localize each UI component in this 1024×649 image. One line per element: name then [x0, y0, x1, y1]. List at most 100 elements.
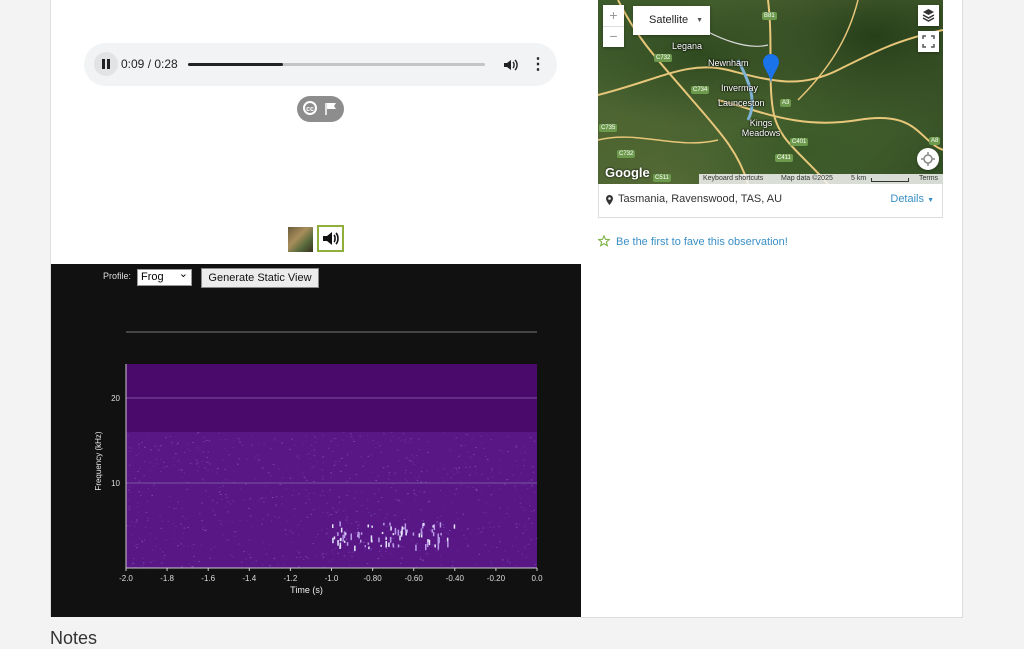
heatmap-cell — [339, 521, 341, 527]
license-badge[interactable]: cc — [297, 96, 344, 122]
volume-icon[interactable] — [502, 56, 520, 74]
heatmap-cell — [321, 529, 323, 531]
map-type-select[interactable]: Satellite ▼ — [633, 6, 710, 35]
heatmap-cell — [179, 470, 181, 472]
heatmap-cell — [227, 465, 229, 467]
heatmap-cell — [147, 517, 149, 519]
heatmap-cell — [371, 525, 373, 528]
heatmap-cell — [322, 434, 324, 436]
road-shield: B81 — [762, 12, 777, 20]
heatmap-cell — [393, 473, 396, 475]
keyboard-shortcuts-link[interactable]: Keyboard shortcuts — [703, 174, 763, 184]
heatmap-cell — [386, 548, 388, 550]
heatmap-cell — [258, 459, 260, 461]
heatmap-cell — [463, 534, 465, 536]
heatmap-cell — [370, 548, 373, 550]
zoom-out-button[interactable]: − — [603, 26, 624, 47]
heatmap-cell — [345, 465, 347, 466]
heatmap-cell — [372, 440, 374, 442]
heatmap-cell — [193, 555, 195, 557]
heatmap-cell — [306, 516, 309, 518]
heatmap-cell — [289, 449, 291, 451]
heatmap-cell — [255, 560, 257, 562]
heatmap-cell — [380, 544, 382, 547]
x-tick-label: -1.2 — [284, 574, 298, 583]
more-vert-icon[interactable]: ⋮ — [530, 56, 546, 74]
heatmap-cell — [456, 471, 459, 473]
y-tick-label: 10 — [111, 479, 120, 488]
heatmap-cell — [392, 436, 394, 438]
heatmap-cell — [340, 537, 342, 542]
heatmap-cell — [249, 515, 252, 517]
heatmap-cell — [455, 467, 457, 469]
heatmap-cell — [442, 524, 444, 526]
seek-bar[interactable] — [188, 63, 485, 66]
heatmap-cell — [270, 475, 272, 477]
heatmap-cell — [398, 460, 400, 462]
heatmap-cell — [349, 564, 351, 566]
heatmap-cell — [152, 549, 154, 551]
heatmap-cell — [493, 490, 495, 492]
heatmap-cell — [469, 456, 471, 458]
heatmap-cell — [234, 535, 236, 537]
pause-icon[interactable] — [94, 52, 118, 76]
flag-icon[interactable] — [325, 102, 337, 115]
profile-label: Profile: — [103, 271, 132, 281]
heatmap-cell — [346, 455, 349, 456]
photo-thumbnail[interactable] — [288, 227, 313, 252]
heatmap-cell — [498, 472, 501, 474]
heatmap-cell — [273, 557, 276, 559]
heatmap-cell — [313, 509, 315, 511]
profile-select[interactable]: Frog — [137, 267, 192, 286]
locate-button[interactable] — [917, 148, 939, 170]
heatmap-cell — [346, 480, 349, 482]
heatmap-cell — [488, 485, 490, 487]
sound-thumbnail[interactable] — [317, 225, 344, 252]
details-dropdown[interactable]: Details ▼ — [890, 193, 934, 205]
heatmap-cell — [437, 524, 439, 526]
heatmap-cell — [313, 455, 316, 457]
heatmap-cell — [351, 555, 353, 557]
heatmap-cell — [428, 539, 431, 546]
heatmap-cell — [429, 529, 431, 531]
heatmap-cell — [153, 483, 155, 485]
heatmap-cell — [202, 526, 205, 528]
layers-button[interactable] — [918, 5, 939, 26]
heatmap-cell — [350, 523, 353, 525]
heatmap-cell — [364, 545, 366, 548]
generate-static-view-button[interactable]: Generate Static View — [201, 268, 319, 288]
heatmap-cell — [471, 457, 474, 459]
map-label: Kings Meadows — [741, 118, 781, 138]
heatmap-cell — [191, 547, 194, 549]
heatmap-cell — [446, 473, 449, 475]
heatmap-cell — [281, 457, 284, 459]
heatmap-cell — [234, 531, 237, 533]
heatmap-cell — [187, 448, 189, 450]
zoom-in-button[interactable]: + — [603, 5, 624, 27]
heatmap-cell — [418, 476, 420, 478]
heatmap-cell — [171, 441, 173, 443]
heatmap-cell — [305, 489, 307, 491]
heatmap-cell — [397, 437, 400, 439]
heatmap-cell — [343, 510, 345, 512]
heatmap-cell — [128, 486, 131, 488]
heatmap-cell — [298, 458, 300, 459]
heatmap-cell — [239, 520, 241, 521]
heatmap-cell — [337, 540, 339, 546]
heatmap-cell — [379, 445, 381, 447]
x-axis-label: Time (s) — [290, 585, 323, 595]
heatmap-cell — [495, 498, 497, 500]
heatmap-cell — [216, 502, 218, 504]
fullscreen-icon — [922, 35, 935, 48]
heatmap-cell — [153, 485, 155, 487]
terms-link[interactable]: Terms — [919, 174, 938, 184]
heatmap-cell — [201, 520, 203, 522]
heatmap-cell — [133, 542, 135, 544]
fullscreen-button[interactable] — [918, 31, 939, 52]
heatmap-cell — [233, 440, 236, 442]
heatmap-cell — [202, 529, 204, 530]
heatmap-cell — [157, 448, 160, 450]
heatmap-cell — [324, 444, 326, 446]
heatmap-cell — [262, 518, 264, 520]
heatmap-cell — [377, 501, 379, 503]
